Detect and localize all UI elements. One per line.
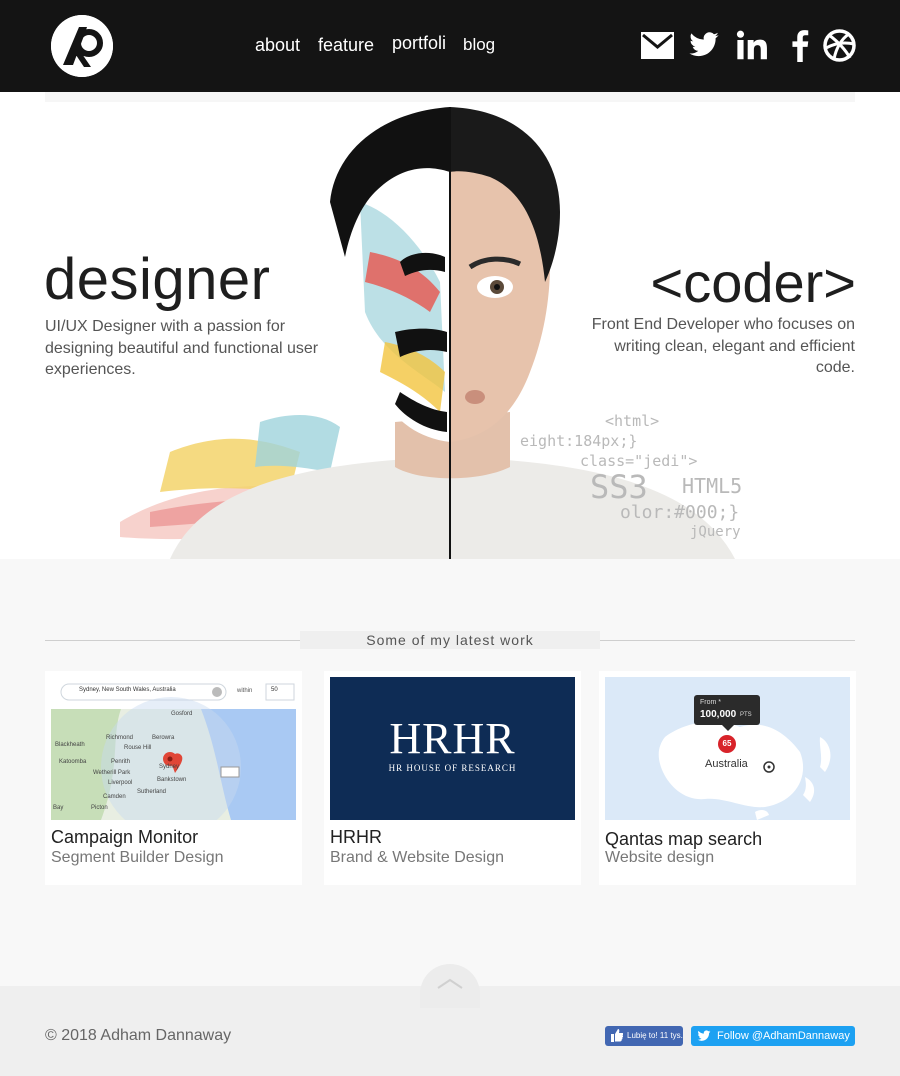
nav-blog[interactable]: blog <box>463 35 495 55</box>
designer-description: UI/UX Designer with a passion for design… <box>45 318 319 378</box>
copyright-text: © 2018 Adham Dannaway <box>45 1027 232 1044</box>
twitter-follow-label: Follow @AdhamDannaway <box>717 1030 850 1042</box>
tooltip-from: From * <box>700 699 721 706</box>
map-place-label: Berowra <box>152 735 175 741</box>
facebook-like-label: Lubię to! 11 tys. <box>627 1031 683 1040</box>
map-place-label: Picton <box>91 805 108 811</box>
mail-icon[interactable] <box>641 29 674 67</box>
work-card-title[interactable]: HRHR <box>330 827 382 848</box>
map-place-label: Gosford <box>171 711 193 717</box>
hrhr-logo: HRHR <box>389 714 516 763</box>
map-place-label: Sutherland <box>137 789 167 795</box>
map-place-label: Katoomba <box>59 759 87 765</box>
dribbble-icon[interactable] <box>823 29 856 67</box>
code-snippet: HTML5 <box>682 474 743 498</box>
nav-feature[interactable]: feature <box>318 35 374 56</box>
tooltip-points: 100,000 <box>700 709 737 720</box>
facebook-like-button[interactable]: Lubię to! 11 tys. <box>605 1026 683 1046</box>
nav-about[interactable]: about <box>255 35 300 56</box>
map-marker-count: 65 <box>722 739 732 748</box>
work-card-hrhr[interactable]: HRHR HR HOUSE OF RESEARCH HRHR Brand & W… <box>324 671 581 885</box>
map-place-label: Bankstown <box>157 777 187 783</box>
within-value: 50 <box>271 687 278 693</box>
within-label: within <box>237 688 253 694</box>
coder-description: Front End Developer who focuses on writi… <box>591 316 855 376</box>
map-place-label: Liverpool <box>108 780 133 786</box>
work-card-subtitle: Website design <box>605 849 715 866</box>
code-snippet: SS3 <box>590 468 648 506</box>
work-card-campaign-monitor[interactable]: Sydney, New South Wales, Australia withi… <box>45 671 302 885</box>
site-header: about feature portfoli blog <box>0 0 900 92</box>
map-place-label: Bay <box>53 805 64 811</box>
work-card-title[interactable]: Qantas map search <box>605 829 762 850</box>
map-place-label: Camden <box>103 794 126 800</box>
map-search-text: Sydney, New South Wales, Australia <box>79 687 176 693</box>
map-place-label: Richmond <box>106 735 134 741</box>
facebook-icon[interactable] <box>791 29 809 67</box>
logo-icon <box>51 15 113 77</box>
map-place-label: Wetherill Park <box>93 770 131 776</box>
coder-heading: <coder> <box>650 251 857 314</box>
back-to-top-button[interactable] <box>420 964 480 1008</box>
twitter-icon[interactable] <box>688 29 720 66</box>
site-logo[interactable] <box>51 15 113 77</box>
code-snippet: eight:184px;} <box>520 432 638 450</box>
campaign-monitor-thumbnail: Sydney, New South Wales, Australia withi… <box>51 677 296 820</box>
map-country-label: Australia <box>705 758 748 770</box>
code-snippet: jQuery <box>690 524 741 540</box>
thumbs-up-icon <box>611 1029 623 1042</box>
code-snippet: <html> <box>605 412 660 430</box>
hero-section: designer UI/UX Designer with a passion f… <box>0 92 900 559</box>
tooltip-unit: PTS <box>740 712 752 718</box>
twitter-icon <box>697 1030 711 1041</box>
work-card-title[interactable]: Campaign Monitor <box>51 827 198 848</box>
hrhr-tagline: HR HOUSE OF RESEARCH <box>388 763 517 773</box>
twitter-follow-button[interactable]: Follow @AdhamDannaway <box>691 1026 855 1046</box>
work-card-subtitle: Segment Builder Design <box>51 849 224 866</box>
work-card-qantas[interactable]: From * 100,000 PTS 65 Australia Qantas m… <box>599 671 856 885</box>
linkedin-icon[interactable] <box>736 29 769 67</box>
chevron-up-icon <box>437 978 463 989</box>
nav-portfolio[interactable]: portfoli <box>392 33 446 54</box>
code-snippet: olor:#000;} <box>620 502 740 523</box>
hrhr-thumbnail: HRHR HR HOUSE OF RESEARCH <box>330 677 575 820</box>
qantas-thumbnail: From * 100,000 PTS 65 Australia <box>605 677 850 820</box>
map-place-label: Sydney <box>159 764 180 770</box>
social-links <box>641 29 856 63</box>
designer-heading: designer <box>44 247 271 312</box>
latest-work-heading: Some of my latest work <box>300 631 600 649</box>
map-place-label: Rouse Hill <box>124 745 152 751</box>
map-place-label: Penrith <box>111 759 131 765</box>
work-card-subtitle: Brand & Website Design <box>330 849 505 866</box>
map-place-label: Blackheath <box>55 742 85 748</box>
